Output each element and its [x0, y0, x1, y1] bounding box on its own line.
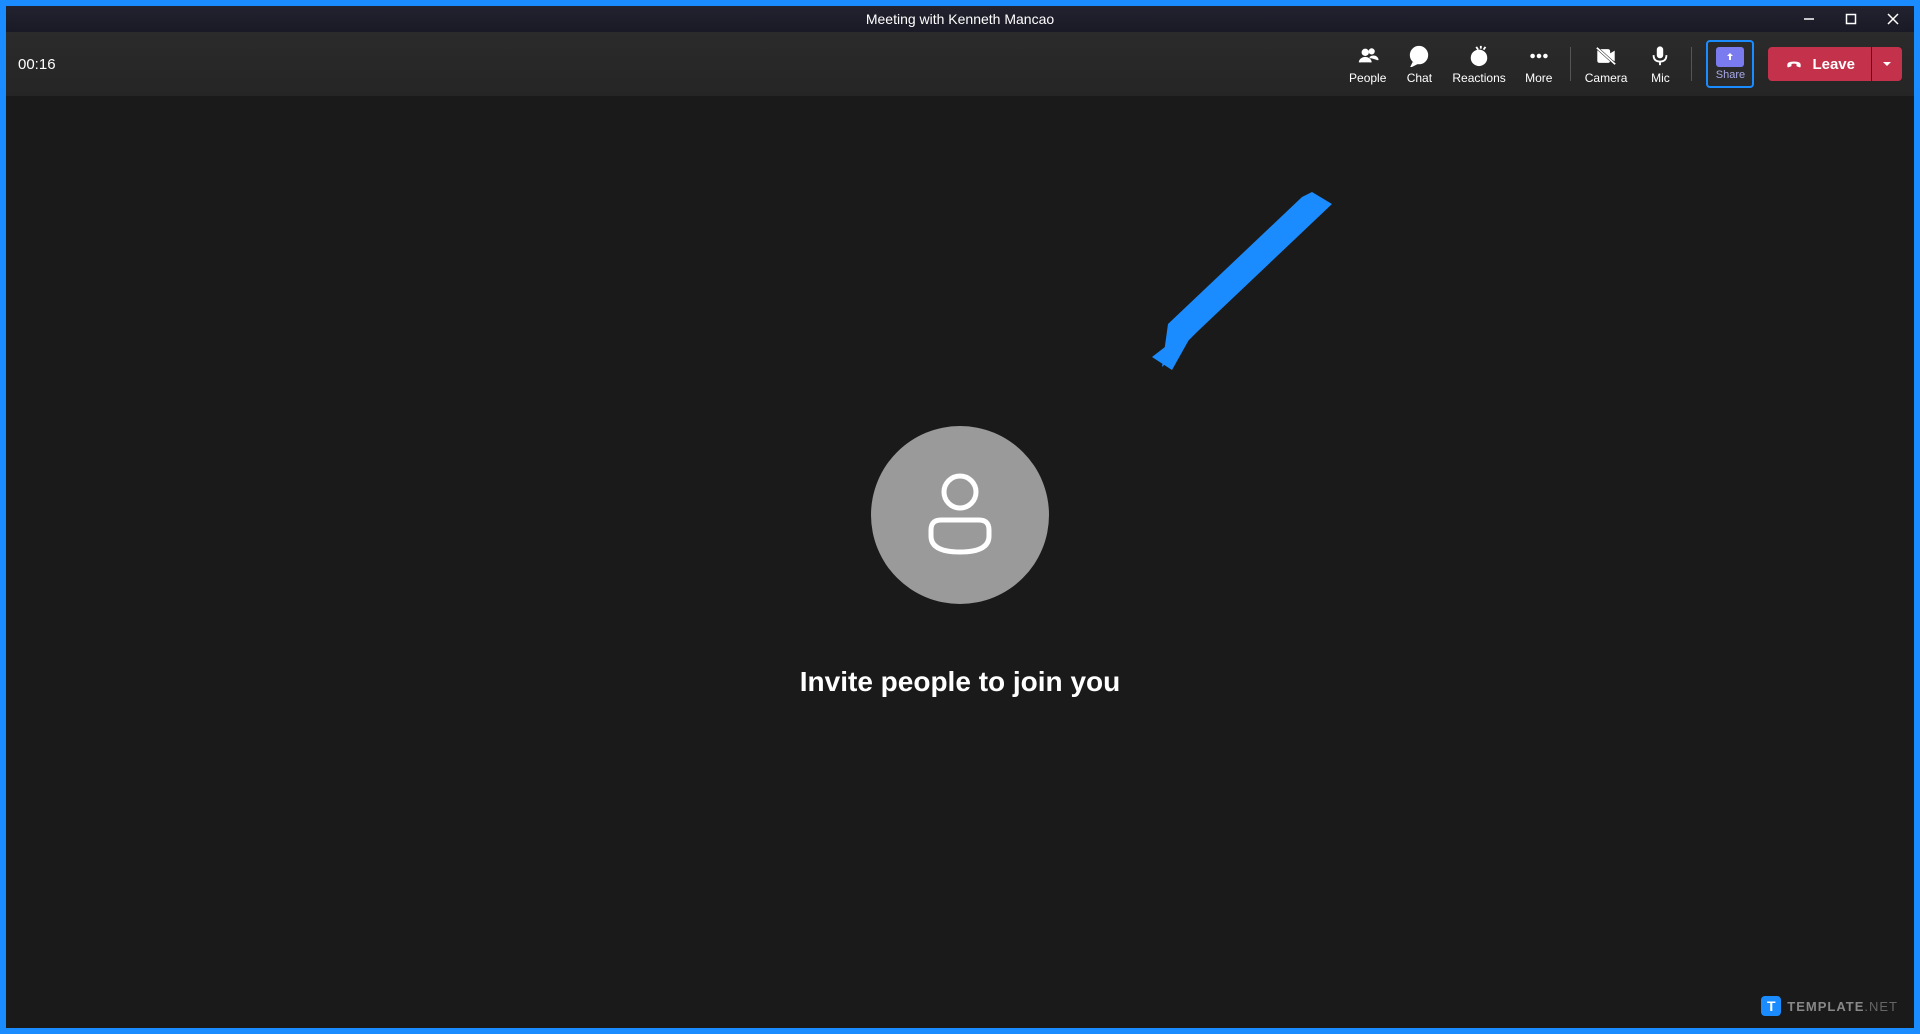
watermark: T TEMPLATE.NET: [1761, 996, 1898, 1016]
close-button[interactable]: [1872, 6, 1914, 32]
camera-button[interactable]: Camera: [1577, 40, 1636, 88]
mic-label: Mic: [1651, 71, 1670, 85]
people-icon: [1357, 44, 1379, 68]
camera-off-icon: [1595, 44, 1617, 68]
toolbar-buttons: People Chat Reactions More: [1341, 32, 1902, 96]
participant-avatar-placeholder: [871, 426, 1049, 604]
meeting-timer: 00:16: [18, 56, 56, 73]
reactions-button[interactable]: Reactions: [1444, 40, 1513, 88]
chat-button[interactable]: Chat: [1394, 40, 1444, 88]
reactions-label: Reactions: [1452, 71, 1505, 85]
titlebar: Meeting with Kenneth Mancao: [6, 6, 1914, 32]
annotation-arrow: [1152, 192, 1342, 372]
maximize-button[interactable]: [1830, 6, 1872, 32]
more-label: More: [1525, 71, 1552, 85]
meeting-toolbar: 00:16 People Chat Reactions: [6, 32, 1914, 96]
leave-button[interactable]: Leave: [1768, 47, 1871, 81]
share-icon: [1716, 47, 1744, 67]
minimize-button[interactable]: [1788, 6, 1830, 32]
toolbar-divider: [1570, 47, 1571, 81]
leave-dropdown-button[interactable]: [1872, 47, 1902, 81]
window-title: Meeting with Kenneth Mancao: [866, 11, 1054, 27]
maximize-icon: [1845, 13, 1857, 25]
chevron-down-icon: [1881, 58, 1893, 70]
chat-label: Chat: [1407, 71, 1432, 85]
meeting-window: Meeting with Kenneth Mancao 00:16 People: [6, 6, 1914, 1028]
leave-button-group: Leave: [1768, 47, 1902, 81]
hangup-icon: [1784, 54, 1804, 74]
chat-icon: [1408, 44, 1430, 68]
invite-message: Invite people to join you: [800, 666, 1120, 698]
meeting-stage: Invite people to join you: [6, 96, 1914, 1028]
share-button[interactable]: Share: [1706, 40, 1754, 88]
leave-label: Leave: [1812, 56, 1855, 73]
watermark-light: .NET: [1864, 999, 1898, 1014]
toolbar-divider: [1691, 47, 1692, 81]
more-icon: [1528, 44, 1550, 68]
share-label: Share: [1716, 69, 1745, 81]
mic-icon: [1649, 44, 1671, 68]
people-button[interactable]: People: [1341, 40, 1394, 88]
watermark-text: TEMPLATE.NET: [1787, 999, 1898, 1014]
person-icon: [923, 472, 997, 558]
mic-button[interactable]: Mic: [1635, 40, 1685, 88]
more-button[interactable]: More: [1514, 40, 1564, 88]
watermark-badge: T: [1761, 996, 1781, 1016]
reactions-icon: [1468, 44, 1490, 68]
window-controls: [1788, 6, 1914, 32]
watermark-bold: TEMPLATE: [1787, 999, 1864, 1014]
close-icon: [1887, 13, 1899, 25]
people-label: People: [1349, 71, 1386, 85]
camera-label: Camera: [1585, 71, 1628, 85]
minimize-icon: [1803, 13, 1815, 25]
